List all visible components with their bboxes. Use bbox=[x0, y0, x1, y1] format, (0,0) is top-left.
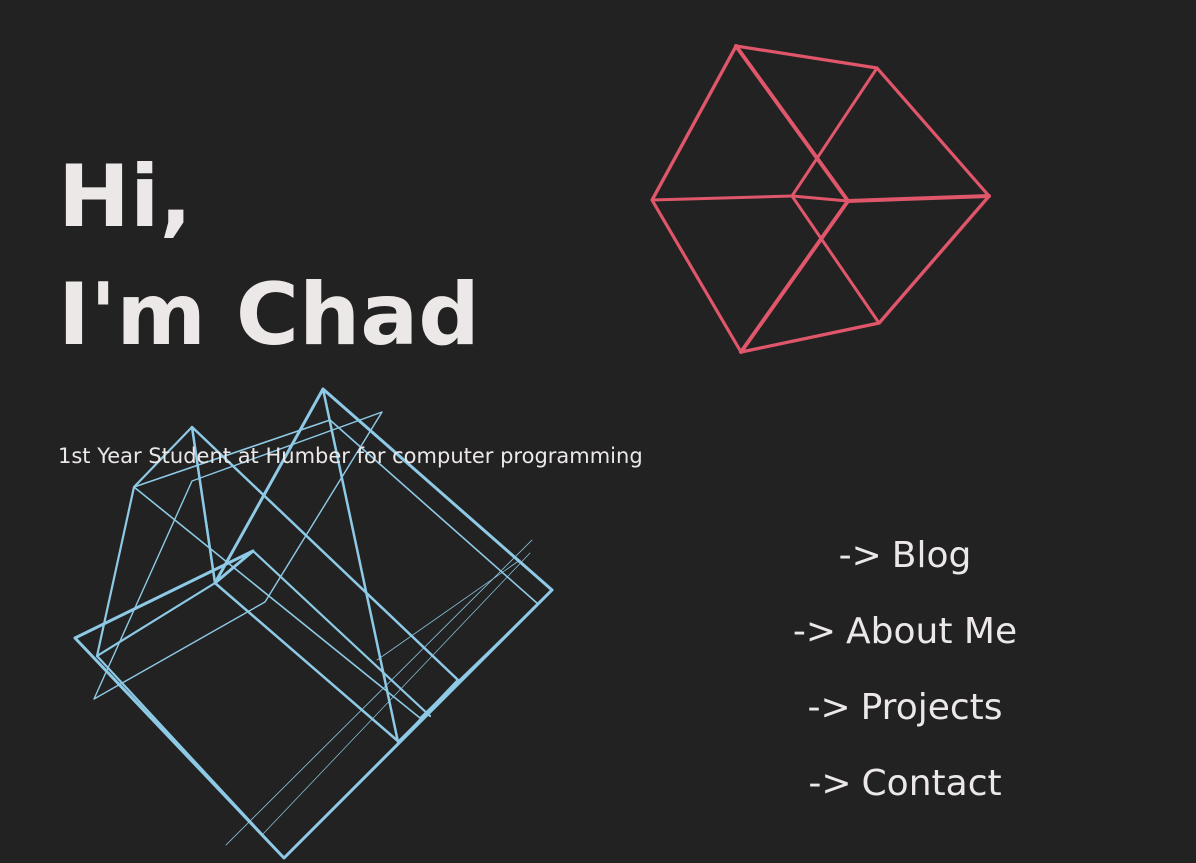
arrow-icon: -> bbox=[792, 611, 837, 652]
nav-item-about-me: -> About Me bbox=[705, 604, 1105, 680]
red-wireframe-cube bbox=[650, 44, 991, 354]
nav-item-contact: -> Contact bbox=[705, 756, 1105, 832]
nav-link-projects[interactable]: -> Projects bbox=[807, 680, 1002, 736]
nav-link-contact[interactable]: -> Contact bbox=[808, 756, 1001, 812]
nav-label: About Me bbox=[846, 611, 1018, 652]
hero-subtitle: 1st Year Student at Humber for computer … bbox=[58, 444, 643, 468]
hero-line-name: I'm Chad bbox=[58, 265, 480, 365]
main-nav: -> Blog -> About Me -> Projects -> Contact bbox=[705, 528, 1105, 832]
hero-line-greeting: Hi, bbox=[58, 147, 193, 247]
nav-label: Projects bbox=[860, 687, 1003, 728]
nav-label: Blog bbox=[891, 535, 972, 576]
arrow-icon: -> bbox=[808, 763, 852, 804]
nav-item-blog: -> Blog bbox=[705, 528, 1105, 604]
nav-link-blog[interactable]: -> Blog bbox=[839, 528, 972, 584]
hero-heading: Hi, I'm Chad bbox=[58, 138, 480, 374]
arrow-icon: -> bbox=[807, 687, 851, 728]
arrow-icon: -> bbox=[838, 535, 882, 576]
nav-label: Contact bbox=[861, 763, 1002, 804]
nav-item-projects: -> Projects bbox=[705, 680, 1105, 756]
nav-link-about-me[interactable]: -> About Me bbox=[793, 604, 1017, 660]
